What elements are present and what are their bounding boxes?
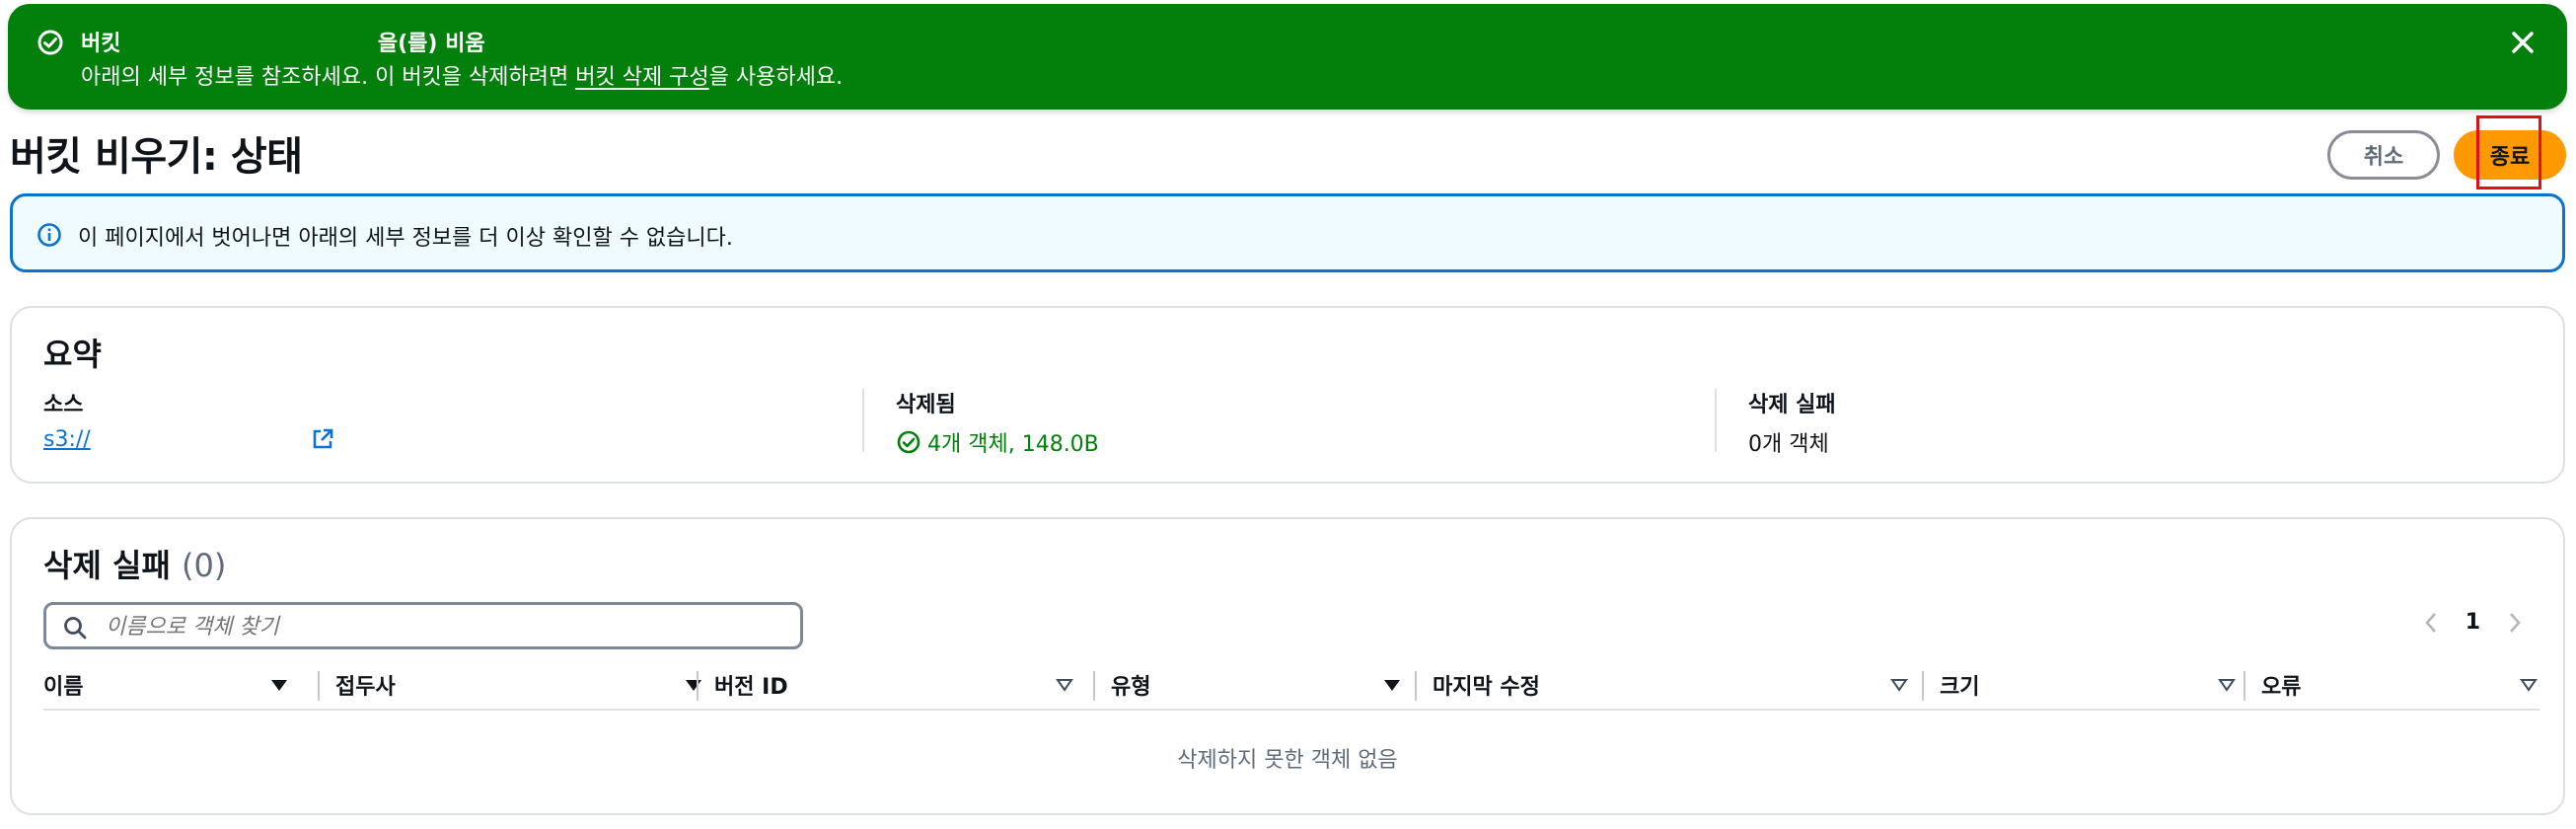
source-value: s3:// [43,426,335,452]
column-header-name[interactable]: 이름 [43,665,290,705]
column-header-label: 오류 [2261,675,2302,700]
summary-container: 요약 소스 s3:// 삭제됨 4개 객체, 148.0B 삭제 실패 0개 객… [10,306,2565,484]
column-divider[interactable] [1922,671,1924,701]
flash-message: 아래의 세부 정보를 참조하세요. 이 버킷을 삭제하려면 버킷 삭제 구성을 … [81,59,843,91]
column-divider[interactable] [697,671,699,701]
source-column: 소스 s3:// [43,387,335,452]
deleted-label: 삭제됨 [896,393,956,417]
source-link[interactable]: s3:// [43,427,308,452]
sort-icon[interactable] [1888,675,1910,695]
column-divider[interactable] [1415,671,1417,701]
delete-bucket-config-link[interactable]: 버킷 삭제 구성 [575,65,708,90]
failures-count: (0) [182,547,227,584]
column-divider [862,389,864,452]
failed-column: 삭제 실패 0개 객체 [1748,387,1836,458]
cancel-button[interactable]: 취소 [2327,130,2440,180]
column-header-prefix[interactable]: 접두사 [335,665,704,705]
column-divider [1715,389,1717,452]
success-flashbar: 버킷 을(를) 비움 아래의 세부 정보를 참조하세요. 이 버킷을 삭제하려면… [8,4,2567,110]
close-icon[interactable] [2508,28,2538,57]
column-header-version-id[interactable]: 버전 ID [714,665,1075,705]
failed-value: 0개 객체 [1748,432,1829,457]
sort-icon[interactable] [2216,675,2238,695]
chevron-right-icon[interactable] [2506,611,2524,635]
column-header-error[interactable]: 오류 [2261,665,2539,705]
summary-title: 요약 [43,336,102,373]
column-divider[interactable] [1093,671,1095,701]
check-circle-icon [37,30,63,55]
info-icon [37,223,61,247]
column-divider[interactable] [2244,671,2245,701]
failures-title-text: 삭제 실패 [43,547,171,584]
pagination: 1 [2422,610,2524,635]
sort-descending-icon[interactable] [268,675,290,695]
column-header-size[interactable]: 크기 [1940,665,2238,705]
failures-container: 삭제 실패 (0) 1 이름 접두사 버전 ID [10,517,2565,815]
deleted-column: 삭제됨 4개 객체, 148.0B [896,387,1099,458]
failures-title: 삭제 실패 (0) [43,541,226,586]
empty-state-text: 삭제하지 못한 객체 없음 [1177,748,1398,773]
search-icon [64,617,87,640]
exit-button[interactable]: 종료 [2454,130,2566,180]
page-title: 버킷 비우기: 상태 [10,134,303,180]
flash-message-text: 아래의 세부 정보를 참조하세요. 이 버킷을 삭제하려면 [81,65,576,90]
search-input[interactable] [104,611,788,642]
sort-icon[interactable] [1054,675,1075,695]
flash-message-suffix: 을 사용하세요. [708,65,844,90]
external-link-icon[interactable] [310,426,335,452]
column-divider[interactable] [318,671,320,701]
sort-descending-icon[interactable] [683,675,704,695]
sort-icon[interactable] [2518,675,2539,695]
column-header-last-modified[interactable]: 마지막 수정 [1433,665,1910,705]
column-header-label: 크기 [1940,675,1980,700]
chevron-left-icon[interactable] [2422,611,2440,635]
source-label: 소스 [43,393,84,417]
table-header: 이름 접두사 버전 ID 유형 마지막 수정 크기 오류 [43,665,2539,711]
success-check-icon [897,430,920,454]
deleted-value-text: 4개 객체, 148.0B [927,432,1099,457]
flash-title: 버킷 을(를) 비움 [81,32,485,56]
source-link-text: s3:// [43,426,91,452]
deleted-value: 4개 객체, 148.0B [896,426,1099,458]
column-header-label: 마지막 수정 [1433,675,1540,700]
column-header-label: 버전 ID [714,675,788,700]
info-text: 이 페이지에서 벗어나면 아래의 세부 정보를 더 이상 확인할 수 없습니다. [78,226,733,251]
column-header-label: 이름 [43,675,84,700]
page-number[interactable]: 1 [2466,610,2480,635]
info-alert: 이 페이지에서 벗어나면 아래의 세부 정보를 더 이상 확인할 수 없습니다. [10,193,2565,272]
failed-label: 삭제 실패 [1748,393,1836,417]
column-header-type[interactable]: 유형 [1111,665,1403,705]
sort-descending-icon[interactable] [1381,675,1403,695]
column-header-label: 접두사 [335,675,396,700]
column-header-label: 유형 [1111,675,1151,700]
search-field[interactable] [43,602,803,649]
